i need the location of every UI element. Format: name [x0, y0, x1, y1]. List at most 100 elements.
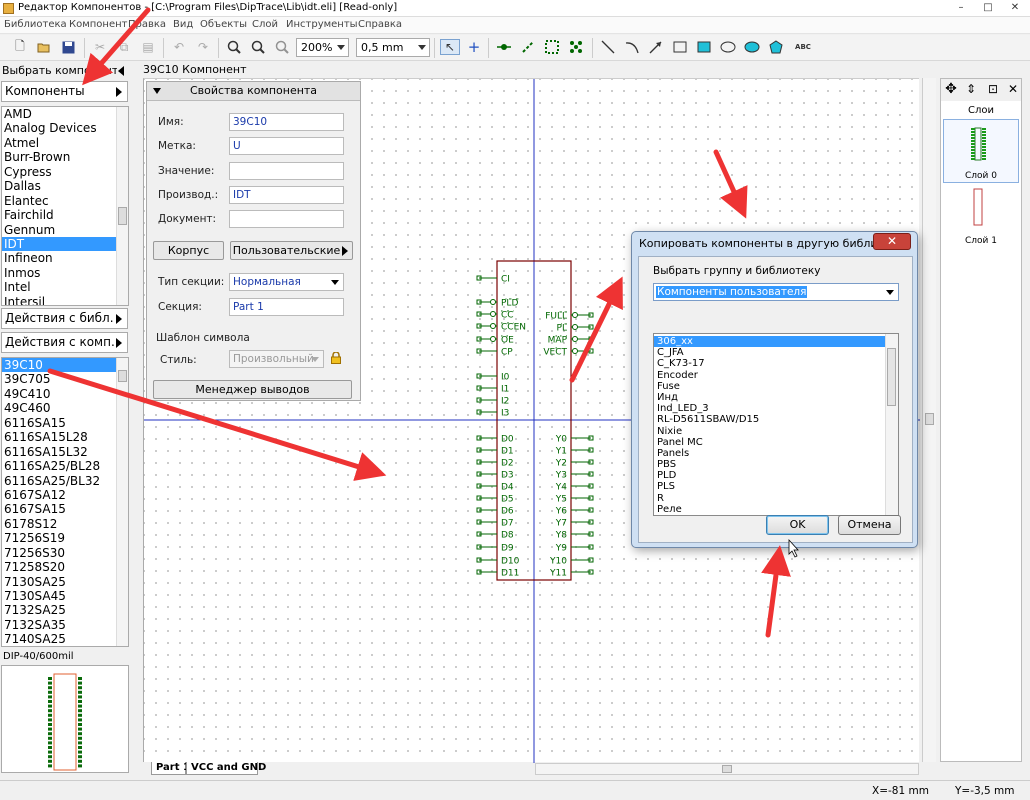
group-select[interactable]: Компоненты пользователя	[653, 283, 899, 301]
target-library-item[interactable]: Encoder	[654, 370, 898, 381]
menu-layer[interactable]: Слой	[252, 19, 278, 30]
undo-icon[interactable]: ↶	[171, 39, 187, 55]
component-item[interactable]: 6167SA15	[2, 502, 128, 516]
ellipse-tool-icon[interactable]	[720, 39, 736, 55]
tab-vcc-and-gnd[interactable]: VCC and GND	[186, 762, 266, 775]
target-library-item[interactable]: PLS	[654, 481, 898, 492]
rectangle-tool-icon[interactable]	[672, 39, 688, 55]
component-item[interactable]: 6116SA25/BL32	[2, 474, 128, 488]
filled-ellipse-tool-icon[interactable]	[744, 39, 760, 55]
zoom-fit-icon[interactable]	[274, 39, 290, 55]
target-library-item[interactable]: R	[654, 493, 898, 504]
component-item[interactable]: 71256S30	[2, 546, 128, 560]
minimize-icon[interactable]: –	[948, 0, 974, 16]
component-item[interactable]: 6178S12	[2, 517, 128, 531]
component-item[interactable]: 6116SA25/BL28	[2, 459, 128, 473]
new-icon[interactable]: 🗋	[12, 39, 28, 55]
library-actions-button[interactable]: Действия с библ.	[1, 308, 128, 329]
library-item[interactable]: Inmos	[2, 266, 128, 280]
menu-view[interactable]: Вид	[173, 19, 193, 30]
library-item[interactable]: AMD	[2, 107, 128, 121]
arrow-tool-icon[interactable]	[648, 39, 664, 55]
menu-edit[interactable]: Правка	[128, 19, 166, 30]
pin-array-icon[interactable]	[544, 39, 560, 55]
library-item[interactable]: Intersil	[2, 295, 128, 305]
component-item[interactable]: 7132SA35	[2, 618, 128, 632]
component-item[interactable]: 6116SA15	[2, 416, 128, 430]
crosshair-tool-icon[interactable]: +	[466, 38, 482, 56]
collapse-panel-icon[interactable]	[118, 66, 124, 76]
arc-tool-icon[interactable]	[624, 39, 640, 55]
select-tool-icon[interactable]: ↖	[440, 39, 460, 55]
component-item[interactable]: 6167SA12	[2, 488, 128, 502]
component-item[interactable]: 6116SA15L28	[2, 430, 128, 444]
zoom-in-icon[interactable]	[226, 39, 242, 55]
open-icon[interactable]	[36, 39, 52, 55]
component-item[interactable]: 71256S19	[2, 531, 128, 545]
place-pins-icon[interactable]	[520, 39, 536, 55]
menu-component[interactable]: Компонент	[69, 19, 127, 30]
menu-library[interactable]: Библиотека	[4, 19, 67, 30]
maximize-icon[interactable]: □	[975, 0, 1001, 16]
component-list-scrollbar[interactable]	[116, 358, 128, 646]
target-list-scrollbar[interactable]	[885, 334, 898, 515]
line-width-combo[interactable]: 0,5 mm	[356, 38, 430, 57]
component-item[interactable]: 7130SA25	[2, 575, 128, 589]
redo-icon[interactable]: ↷	[195, 39, 211, 55]
target-library-item[interactable]: 306_xx	[654, 336, 898, 348]
save-icon[interactable]	[60, 39, 76, 55]
text-tool-icon[interactable]: ABC	[792, 39, 814, 55]
component-item[interactable]: 7130SA45	[2, 589, 128, 603]
library-item[interactable]: Atmel	[2, 136, 128, 150]
menu-help[interactable]: Справка	[358, 19, 402, 30]
target-library-list[interactable]: 306_xx C_JFA C_K73-17 Encoder Fuse Инд Ind_LED…	[653, 333, 899, 516]
place-pin-icon[interactable]	[496, 39, 512, 55]
up-down-icon[interactable]: ⇕	[963, 81, 979, 97]
target-library-item[interactable]: Nixie	[654, 426, 898, 437]
target-library-item[interactable]: Ind_LED_3	[654, 403, 898, 414]
manufacturer-field[interactable]: IDT	[229, 186, 344, 204]
name-field[interactable]: 39C10	[229, 113, 344, 131]
component-item[interactable]: 39C10	[2, 358, 128, 373]
component-actions-button[interactable]: Действия с комп.	[1, 332, 128, 353]
component-item[interactable]: 49C460	[2, 401, 128, 415]
component-item[interactable]: 39C705	[2, 372, 128, 386]
component-list[interactable]: 39C10 39C705 49C410 49C460 6116SA15 6116SA15L…	[1, 357, 129, 647]
library-list-scrollbar[interactable]	[116, 107, 128, 305]
target-library-item[interactable]: Panel MC	[654, 437, 898, 448]
menu-tools[interactable]: Инструменты	[286, 19, 358, 30]
line-tool-icon[interactable]	[600, 39, 616, 55]
target-library-item[interactable]: C_JFA	[654, 347, 898, 358]
library-item[interactable]: Cypress	[2, 165, 128, 179]
refdes-field[interactable]: U	[229, 137, 344, 155]
component-item[interactable]: 6116SA15L32	[2, 445, 128, 459]
paste-icon[interactable]: ▤	[140, 39, 156, 55]
vertical-scrollbar[interactable]	[922, 78, 936, 762]
target-library-item[interactable]: Реле	[654, 504, 898, 515]
close-icon[interactable]: ✕	[873, 233, 911, 250]
style-select[interactable]: Произвольный	[229, 350, 324, 368]
move-icon[interactable]: ✥	[943, 81, 959, 97]
library-item[interactable]: Fairchild	[2, 208, 128, 222]
pattern-button[interactable]: Корпус	[153, 241, 224, 260]
layer-item-1[interactable]: Слой 1	[943, 185, 1019, 246]
library-item[interactable]: Burr-Brown	[2, 150, 128, 164]
component-item[interactable]: 49C410	[2, 387, 128, 401]
library-list[interactable]: AMD Analog Devices Atmel Burr-Brown Cypress D…	[1, 106, 129, 306]
horizontal-scrollbar[interactable]	[535, 763, 919, 775]
library-item[interactable]: Gennum	[2, 223, 128, 237]
custom-fields-button[interactable]: Пользовательские	[230, 241, 353, 260]
tab-part-1[interactable]: Part 1	[151, 762, 190, 775]
pin-manager-button[interactable]: Менеджер выводов	[153, 380, 352, 399]
target-library-item[interactable]: C_K73-17	[654, 358, 898, 369]
close-icon[interactable]: ✕	[1002, 0, 1028, 16]
pin-grid-icon[interactable]	[568, 39, 584, 55]
ok-button[interactable]: OK	[766, 515, 829, 535]
target-library-item[interactable]: Инд	[654, 392, 898, 403]
component-item[interactable]: 7140SA25	[2, 632, 128, 646]
properties-header[interactable]: Свойства компонента	[147, 82, 360, 101]
target-library-item[interactable]: PLD	[654, 470, 898, 481]
target-library-item[interactable]: RL-D5611SBAW/D15	[654, 414, 898, 425]
lock-icon[interactable]	[331, 351, 341, 364]
layer-item-0[interactable]: Слой 0	[943, 119, 1019, 183]
